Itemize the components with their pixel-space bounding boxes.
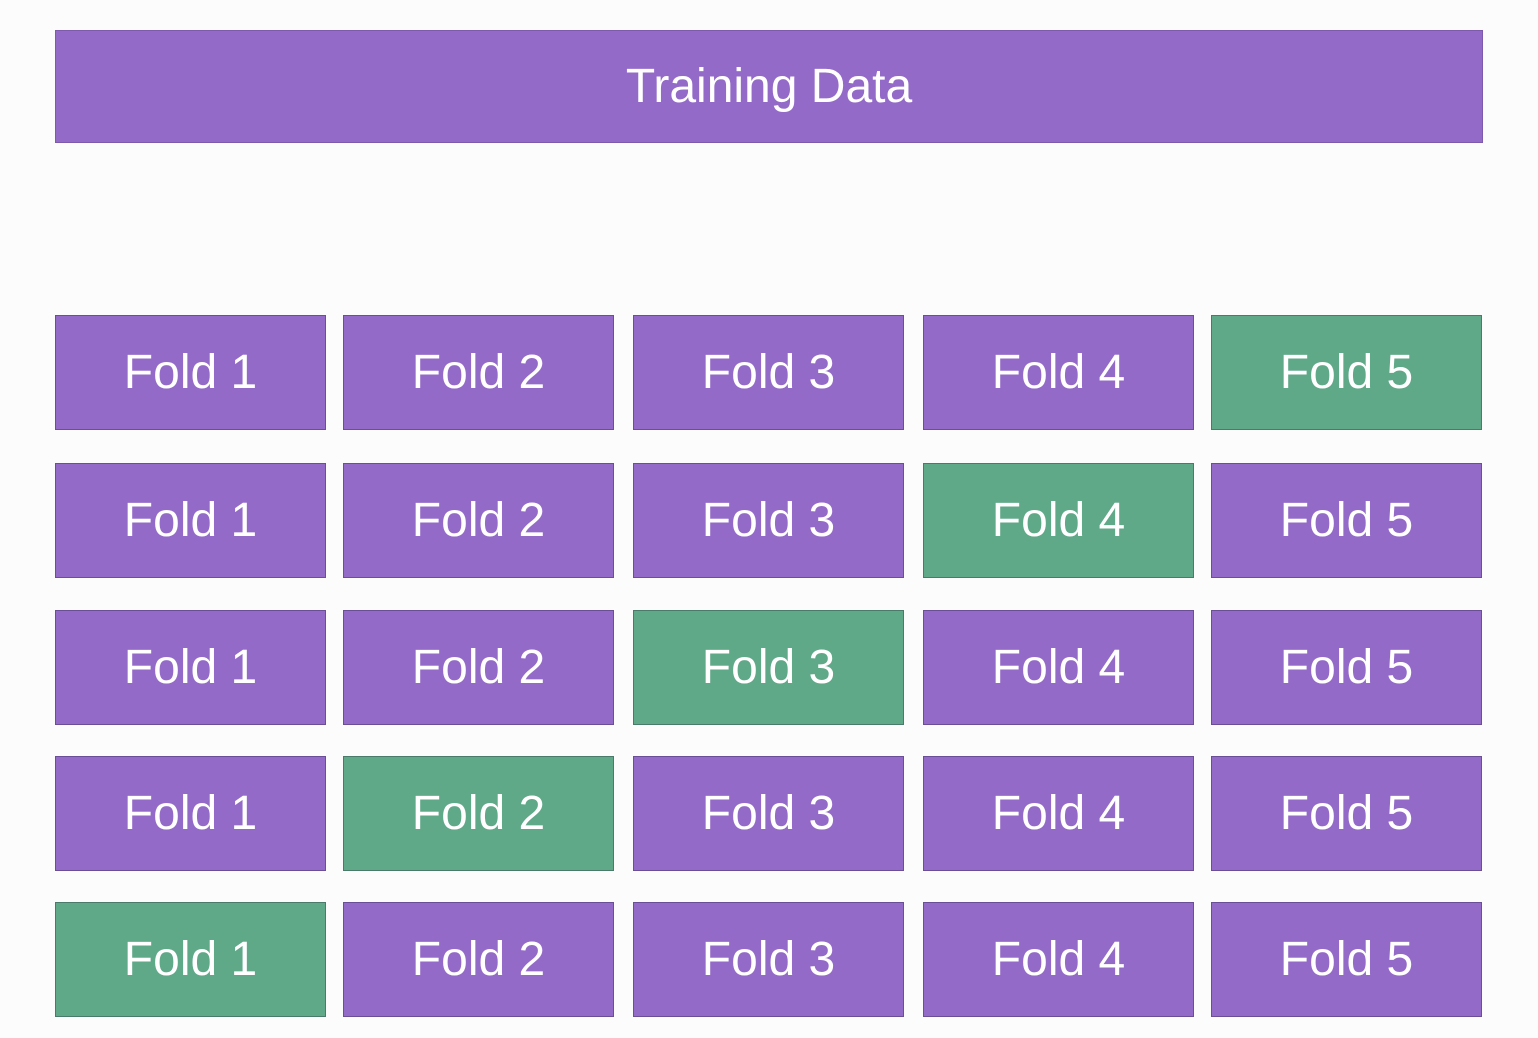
- fold-label: Fold 1: [123, 641, 258, 694]
- fold-label: Fold 4: [991, 787, 1126, 840]
- training-data-label: Training Data: [625, 60, 913, 113]
- fold-label: Fold 2: [411, 641, 546, 694]
- training-fold-block: Fold 1: [55, 610, 326, 725]
- fold-label: Fold 4: [991, 494, 1126, 547]
- fold-label: Fold 2: [411, 933, 546, 986]
- validation-fold-block: Fold 2: [343, 756, 614, 871]
- fold-label: Fold 4: [991, 933, 1126, 986]
- fold-label: Fold 1: [123, 933, 258, 986]
- fold-label: Fold 5: [1279, 787, 1414, 840]
- training-fold-block: Fold 1: [55, 756, 326, 871]
- training-data-block: Training Data: [55, 30, 1483, 143]
- training-fold-block: Fold 4: [923, 902, 1194, 1017]
- fold-label: Fold 3: [701, 933, 836, 986]
- training-fold-block: Fold 3: [633, 315, 904, 430]
- validation-fold-block: Fold 5: [1211, 315, 1482, 430]
- fold-label: Fold 1: [123, 787, 258, 840]
- fold-label: Fold 2: [411, 346, 546, 399]
- validation-fold-block: Fold 1: [55, 902, 326, 1017]
- fold-label: Fold 1: [123, 346, 258, 399]
- fold-label: Fold 5: [1279, 933, 1414, 986]
- training-fold-block: Fold 5: [1211, 902, 1482, 1017]
- fold-label: Fold 3: [701, 346, 836, 399]
- fold-label: Fold 4: [991, 641, 1126, 694]
- training-fold-block: Fold 5: [1211, 756, 1482, 871]
- fold-label: Fold 4: [991, 346, 1126, 399]
- training-fold-block: Fold 3: [633, 463, 904, 578]
- fold-label: Fold 1: [123, 494, 258, 547]
- fold-label: Fold 5: [1279, 641, 1414, 694]
- training-fold-block: Fold 5: [1211, 610, 1482, 725]
- training-fold-block: Fold 5: [1211, 463, 1482, 578]
- training-fold-block: Fold 3: [633, 756, 904, 871]
- training-fold-block: Fold 2: [343, 463, 614, 578]
- training-fold-block: Fold 2: [343, 610, 614, 725]
- training-fold-block: Fold 2: [343, 902, 614, 1017]
- validation-fold-block: Fold 3: [633, 610, 904, 725]
- fold-label: Fold 5: [1279, 346, 1414, 399]
- fold-label: Fold 3: [701, 641, 836, 694]
- fold-label: Fold 2: [411, 494, 546, 547]
- training-fold-block: Fold 1: [55, 463, 326, 578]
- training-fold-block: Fold 4: [923, 756, 1194, 871]
- validation-fold-block: Fold 4: [923, 463, 1194, 578]
- fold-label: Fold 3: [701, 494, 836, 547]
- training-fold-block: Fold 4: [923, 610, 1194, 725]
- training-fold-block: Fold 3: [633, 902, 904, 1017]
- training-fold-block: Fold 2: [343, 315, 614, 430]
- fold-label: Fold 5: [1279, 494, 1414, 547]
- fold-label: Fold 2: [411, 787, 546, 840]
- training-fold-block: Fold 1: [55, 315, 326, 430]
- fold-label: Fold 3: [701, 787, 836, 840]
- training-fold-block: Fold 4: [923, 315, 1194, 430]
